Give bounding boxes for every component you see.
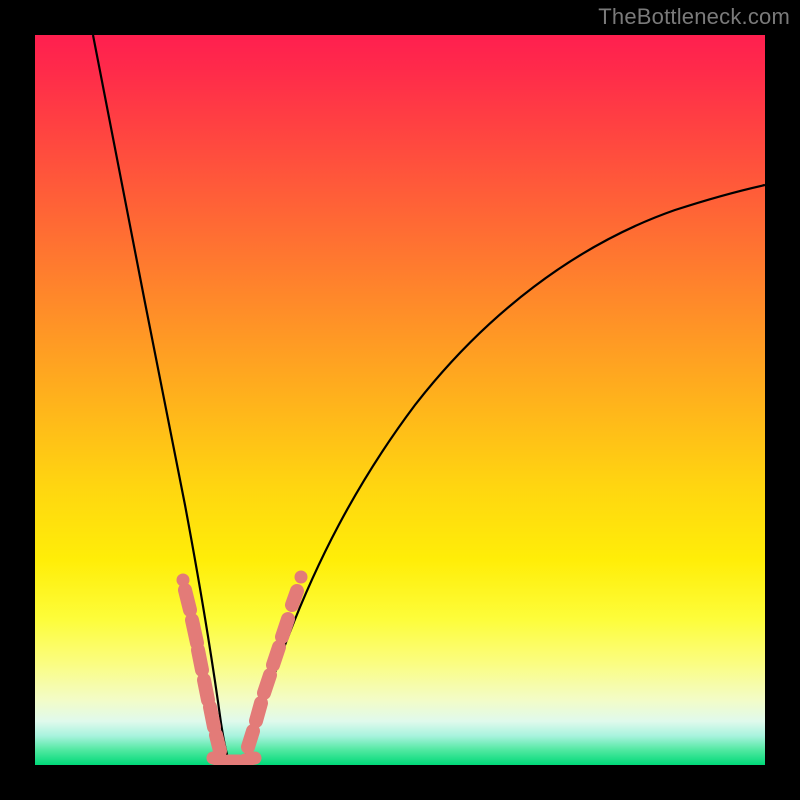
marker-cluster-left [185,590,220,751]
marker-singletons [177,571,308,587]
plot-area [35,35,765,765]
chart-svg [35,35,765,765]
marker-cluster-valley [213,758,255,761]
watermark-text: TheBottleneck.com [598,4,790,30]
chart-frame: TheBottleneck.com [0,0,800,800]
curve-right-arm [242,185,765,765]
marker-cluster-right [248,591,297,747]
curve-left-arm [93,35,231,765]
